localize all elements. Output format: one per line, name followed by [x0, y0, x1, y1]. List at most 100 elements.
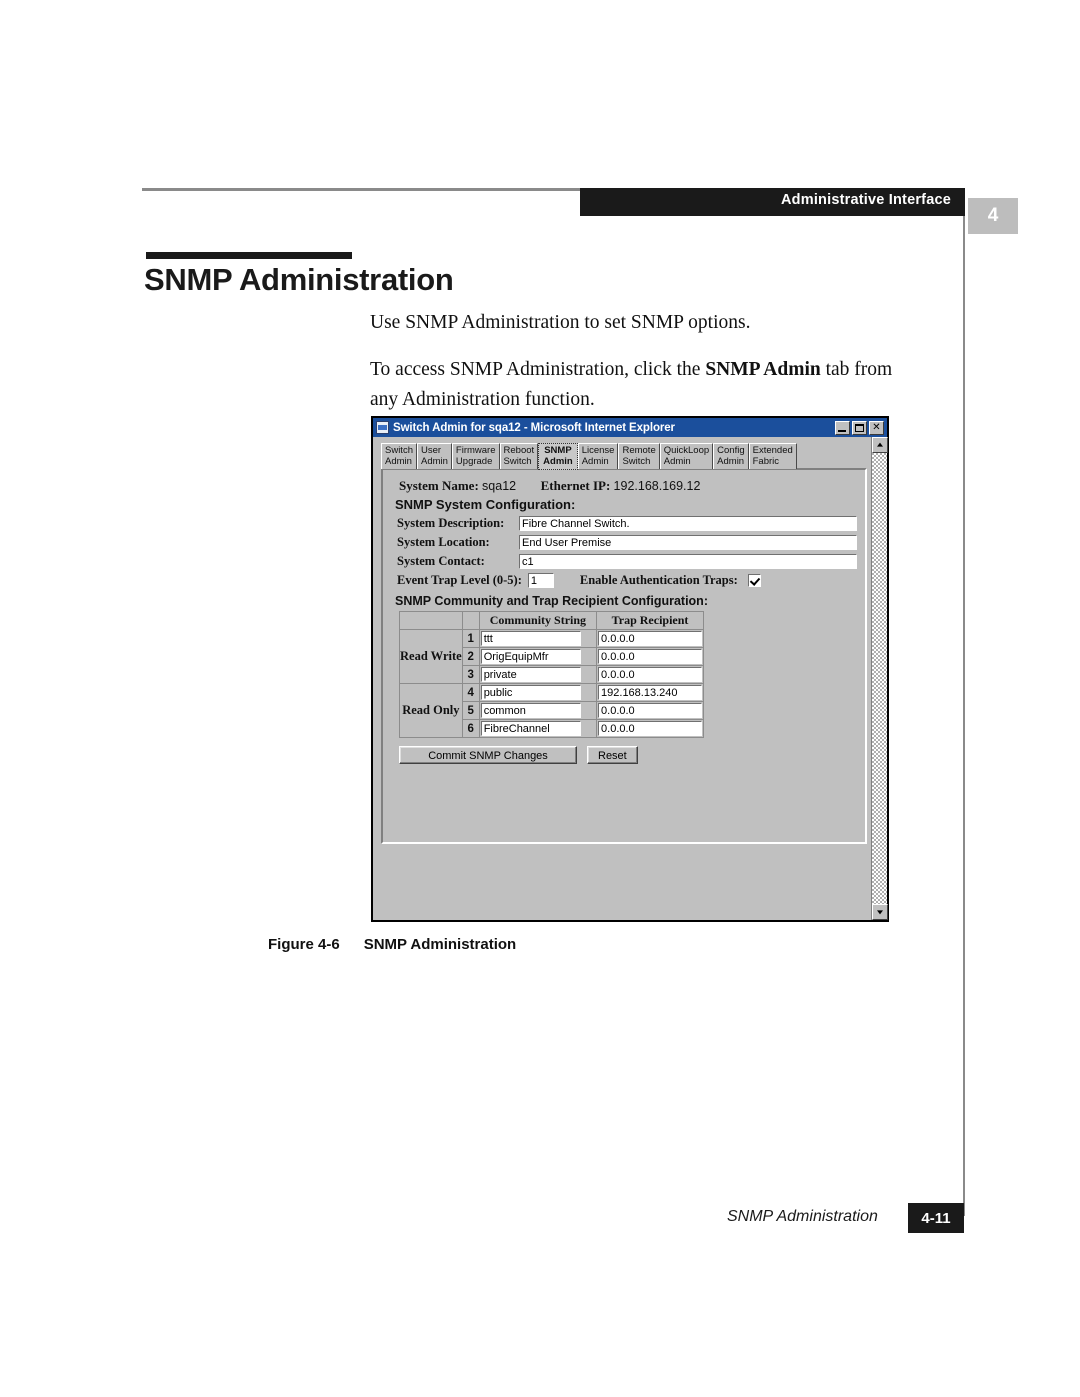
- reset-button[interactable]: Reset: [587, 746, 638, 764]
- field-row-system-location: System Location: End User Premise: [397, 535, 857, 550]
- window-controls: ✕: [835, 420, 885, 435]
- system-name-value: sqa12: [482, 479, 517, 493]
- community-cell: common: [478, 701, 598, 720]
- admin-tab-strip: Switch Admin User Admin Firmware Upgrade Re…: [381, 443, 867, 470]
- running-head-label: Administrative Interface: [781, 192, 951, 208]
- community-cell: OrigEquipMfr: [478, 647, 598, 666]
- browser-titlebar[interactable]: Switch Admin for sqa12 - Microsoft Inter…: [373, 418, 887, 437]
- table-row: Read Write 1 ttt 0.0.0.0: [399, 629, 705, 684]
- event-trap-level-input[interactable]: 1: [527, 573, 554, 588]
- trap-recipient-input[interactable]: 0.0.0.0: [598, 721, 703, 736]
- body-copy: Use SNMP Administration to set SNMP opti…: [370, 308, 910, 432]
- system-config-heading: SNMP System Configuration:: [395, 497, 576, 512]
- tab-reboot-switch[interactable]: Reboot Switch: [499, 443, 539, 469]
- vertical-scrollbar[interactable]: [871, 437, 888, 920]
- page-title: SNMP Administration: [144, 262, 454, 297]
- tab-snmp-admin[interactable]: SNMP Admin: [538, 443, 578, 470]
- system-location-label: System Location:: [397, 535, 490, 549]
- tab-label-line1: Extended: [752, 445, 793, 456]
- browser-title-text: Switch Admin for sqa12 - Microsoft Inter…: [393, 421, 675, 434]
- minimize-button[interactable]: [835, 420, 850, 435]
- event-trap-level-label: Event Trap Level (0-5):: [397, 573, 522, 587]
- tab-switch-admin[interactable]: Switch Admin: [381, 443, 417, 469]
- community-cell: ttt: [478, 629, 598, 648]
- tab-label-line2: Admin: [420, 455, 448, 467]
- scroll-up-button[interactable]: [872, 437, 888, 453]
- system-description-input[interactable]: Fibre Channel Switch.: [519, 516, 857, 531]
- running-head-bar: Administrative Interface: [580, 188, 965, 216]
- title-underline-rule: [146, 252, 352, 259]
- community-cell: public: [478, 683, 598, 702]
- figure-title: SNMP Administration: [363, 936, 517, 953]
- close-button[interactable]: ✕: [869, 420, 884, 435]
- scrollbar-track[interactable]: [872, 453, 887, 904]
- tab-extended-fabric[interactable]: Extended Fabric: [748, 443, 797, 469]
- tab-label-line2: Upgrade: [455, 455, 493, 467]
- community-string-input[interactable]: OrigEquipMfr: [480, 649, 581, 664]
- tab-user-admin[interactable]: User Admin: [416, 443, 452, 469]
- system-identity-line: System Name: sqa12 Ethernet IP: 192.168.…: [399, 478, 857, 494]
- trap-options-row: Event Trap Level (0-5): 1 Enable Authent…: [397, 573, 857, 588]
- browser-body: Switch Admin User Admin Firmware Upgrade Re…: [373, 437, 888, 920]
- trap-cell: 0.0.0.0: [596, 665, 705, 684]
- enable-auth-traps-label: Enable Authentication Traps:: [579, 573, 738, 587]
- tab-label-line2: Fabric: [752, 455, 780, 467]
- maximize-icon: [855, 423, 864, 432]
- row-index: 1: [461, 629, 480, 648]
- tab-quickloop-admin[interactable]: QuickLoop Admin: [659, 443, 714, 469]
- chapter-number-badge: 4: [968, 198, 1018, 234]
- tab-remote-switch[interactable]: Remote Switch: [618, 443, 660, 469]
- community-cell: private: [478, 665, 598, 684]
- commit-snmp-changes-button[interactable]: Commit SNMP Changes: [399, 746, 577, 764]
- trap-recipient-input[interactable]: 192.168.13.240: [598, 685, 703, 700]
- maximize-button[interactable]: [852, 420, 867, 435]
- figure-caption: Figure 4-6 SNMP Administration: [268, 936, 516, 953]
- trap-recipient-input[interactable]: 0.0.0.0: [598, 703, 703, 718]
- tab-config-admin[interactable]: Config Admin: [713, 443, 749, 469]
- community-string-input[interactable]: FibreChannel: [480, 721, 581, 736]
- trap-recipient-input[interactable]: 0.0.0.0: [598, 649, 703, 664]
- column-header-community-string: Community String: [478, 611, 598, 630]
- tab-firmware-upgrade[interactable]: Firmware Upgrade: [451, 443, 500, 469]
- tab-label-line1: User: [420, 445, 442, 456]
- page-canvas: Switch Admin User Admin Firmware Upgrade Re…: [373, 437, 871, 920]
- table-row: Read Only 4 public 192.168.13.240: [399, 683, 705, 738]
- chevron-down-icon: [877, 910, 883, 915]
- close-icon: ✕: [872, 421, 881, 433]
- tab-label-line1: QuickLoop: [663, 445, 710, 456]
- tab-label-line2: Admin: [717, 455, 745, 467]
- tab-label-line1: Firmware: [455, 445, 496, 456]
- trap-cell: 192.168.13.240: [596, 683, 705, 702]
- tab-label-line2: Admin: [543, 455, 573, 467]
- field-row-system-description: System Description: Fibre Channel Switch…: [397, 516, 857, 531]
- community-string-input[interactable]: common: [480, 703, 581, 718]
- tab-license-admin[interactable]: License Admin: [577, 443, 619, 469]
- scroll-down-button[interactable]: [872, 904, 888, 920]
- community-string-input[interactable]: ttt: [480, 631, 581, 646]
- system-contact-input[interactable]: c1: [519, 554, 857, 569]
- community-string-input[interactable]: public: [480, 685, 581, 700]
- system-location-input[interactable]: End User Premise: [519, 535, 857, 550]
- document-page: Administrative Interface 4 SNMP Administ…: [0, 0, 1080, 1397]
- group-label-read-write: Read Write: [399, 629, 463, 684]
- tab-label-line1: Reboot: [503, 445, 535, 456]
- tab-label-line1: Switch: [385, 445, 413, 456]
- footer-title: SNMP Administration: [727, 1208, 878, 1225]
- row-index: 3: [461, 665, 480, 684]
- paragraph-2-lead: To access SNMP Administration, click the: [370, 359, 706, 381]
- system-contact-label: System Contact:: [397, 554, 485, 568]
- tab-label-line1: Config: [717, 445, 745, 456]
- community-config-heading: SNMP Community and Trap Recipient Config…: [395, 594, 708, 608]
- tab-label-line2: Switch: [503, 455, 532, 467]
- table-corner-blank: [399, 611, 463, 630]
- tab-label-line2: Admin: [581, 455, 609, 467]
- tab-label-line1: Remote: [622, 445, 656, 456]
- community-string-input[interactable]: private: [480, 667, 581, 682]
- column-header-trap-recipient: Trap Recipient: [596, 611, 705, 630]
- enable-auth-traps-checkbox[interactable]: [747, 574, 761, 587]
- panel-button-row: Commit SNMP Changes Reset: [399, 746, 857, 764]
- trap-recipient-input[interactable]: 0.0.0.0: [598, 631, 703, 646]
- system-name-label: System Name:: [399, 478, 479, 493]
- trap-recipient-input[interactable]: 0.0.0.0: [598, 667, 703, 682]
- right-margin-rule: [963, 216, 965, 1216]
